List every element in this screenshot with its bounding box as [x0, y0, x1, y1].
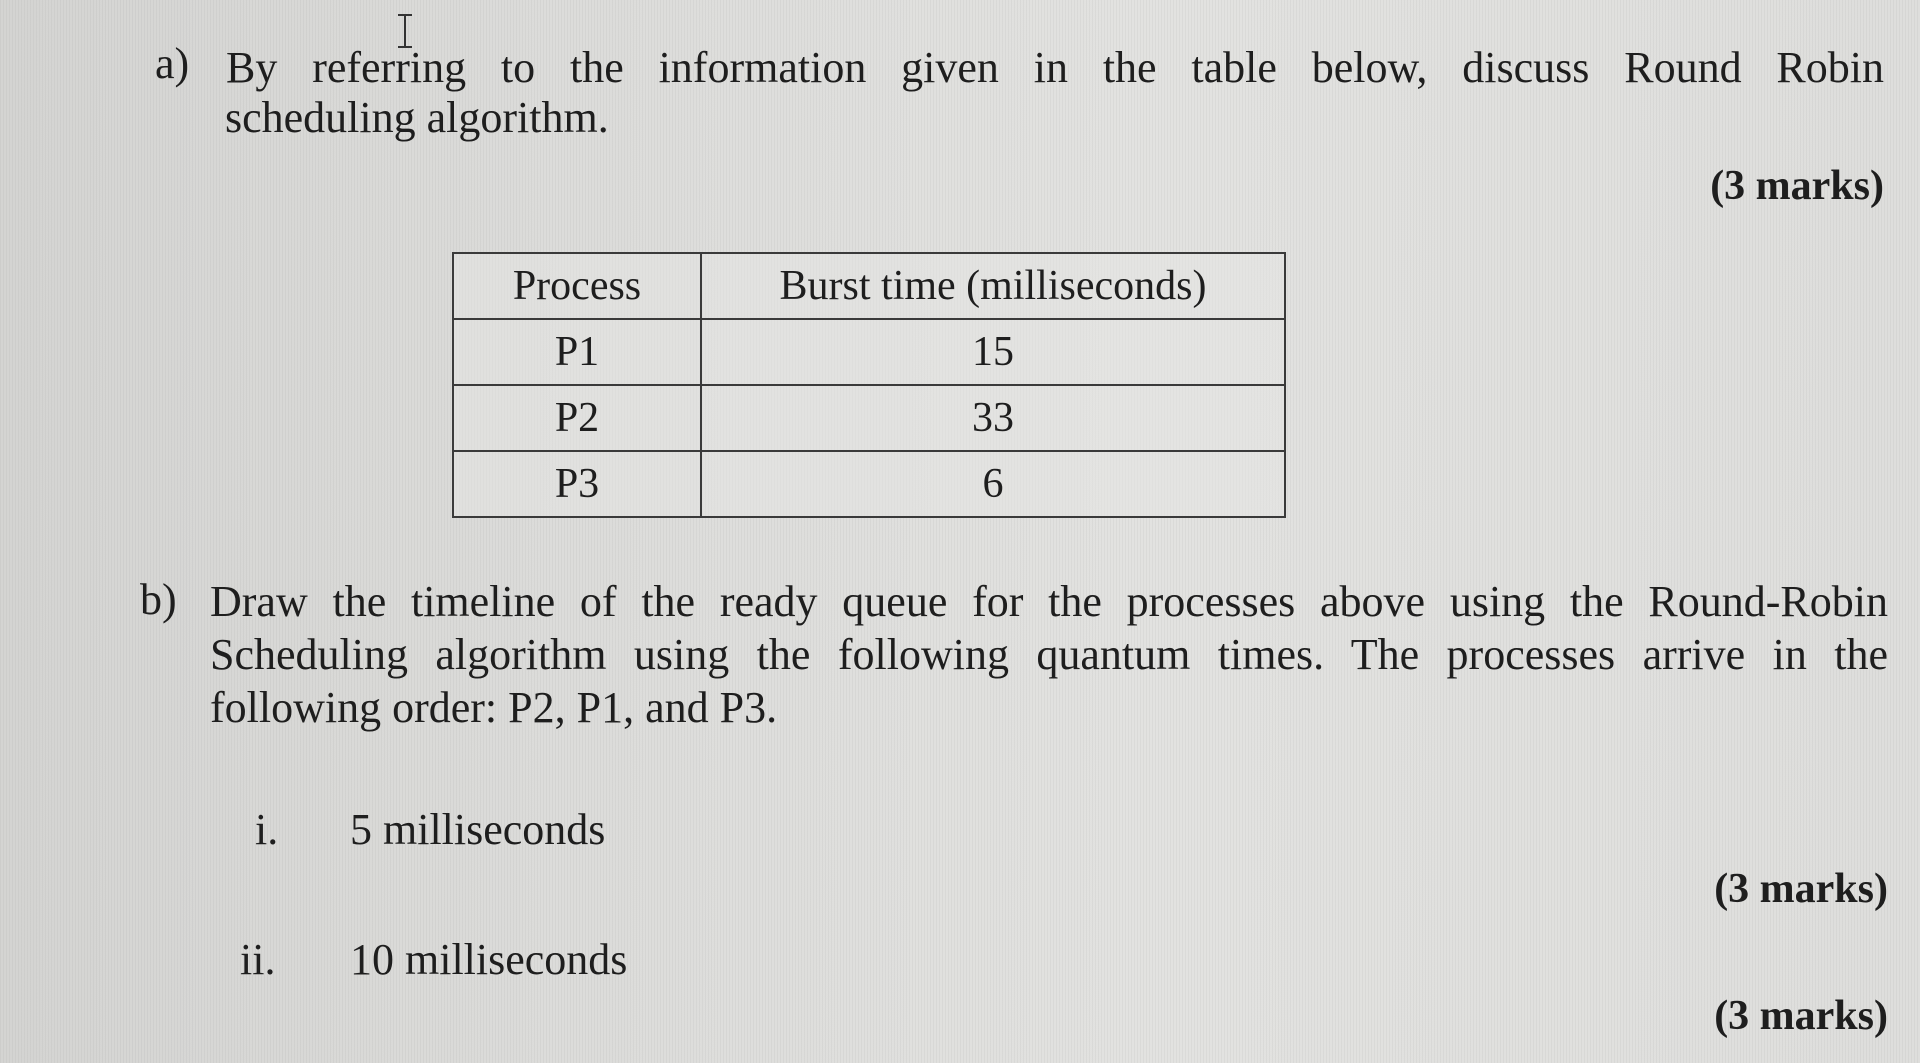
- cell-burst: 33: [700, 384, 1286, 452]
- cell-burst: 6: [700, 450, 1286, 518]
- process-burst-table: Process Burst time (milliseconds) P1 15 …: [452, 252, 1286, 518]
- question-a-line2: scheduling algorithm.: [225, 93, 609, 142]
- question-a-marks: (3 marks): [1710, 163, 1884, 209]
- item-i-marks: (3 marks): [1714, 866, 1888, 912]
- question-b-line1: Draw the timeline of the ready queue for…: [210, 577, 1888, 626]
- item-ii-marks: (3 marks): [1714, 993, 1888, 1039]
- question-a-line1: By referring to the information given in…: [226, 43, 1884, 92]
- question-b-label: b): [140, 575, 177, 624]
- question-b-line2: Scheduling algorithm using the following…: [210, 630, 1888, 679]
- item-i-label: i.: [255, 805, 279, 854]
- question-b-line3: following order: P2, P1, and P3.: [210, 683, 778, 732]
- item-ii-text: 10 milliseconds: [350, 935, 628, 984]
- question-a-label: a): [155, 39, 190, 88]
- cell-process: P3: [452, 450, 702, 518]
- table-row: P1 15: [452, 318, 1286, 386]
- table-row: P2 33: [452, 384, 1286, 452]
- item-ii-label: ii.: [240, 935, 276, 984]
- table-header-row: Process Burst time (milliseconds): [452, 252, 1286, 320]
- cell-process: P2: [452, 384, 702, 452]
- header-process: Process: [452, 252, 702, 320]
- table-row: P3 6: [452, 450, 1286, 518]
- item-i-text: 5 milliseconds: [350, 805, 606, 854]
- cell-burst: 15: [700, 318, 1286, 386]
- header-burst-time: Burst time (milliseconds): [700, 252, 1286, 320]
- screen-texture: [0, 0, 1920, 1063]
- cell-process: P1: [452, 318, 702, 386]
